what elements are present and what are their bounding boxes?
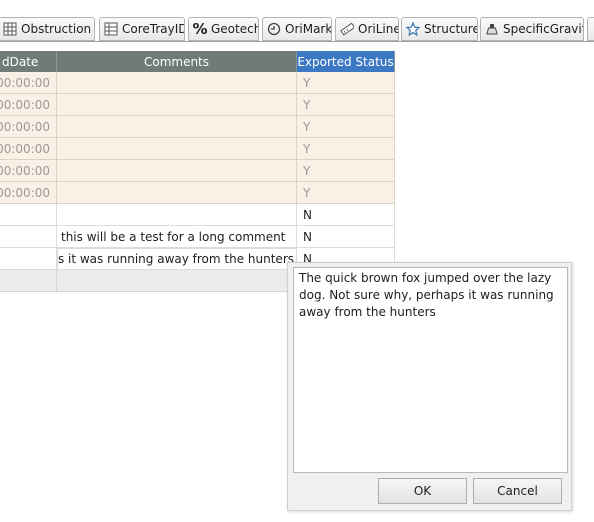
date-cell[interactable]: 4 00:00:00: [0, 94, 57, 116]
tab-geotech[interactable]: % Geotech: [188, 17, 259, 41]
comments-cell[interactable]: this will be a test for a long comment: [57, 226, 297, 248]
structure-star-icon: [405, 21, 421, 37]
tab-label: Geotech: [211, 22, 259, 36]
comments-cell[interactable]: [57, 270, 297, 292]
comments-cell[interactable]: [57, 138, 297, 160]
comments-cell[interactable]: [57, 160, 297, 182]
table-row[interactable]: 4 00:00:00 Y: [0, 160, 395, 182]
date-cell[interactable]: 4 00:00:00: [0, 182, 57, 204]
tab-label: SpecificGravity: [503, 22, 583, 36]
tab-label: OriMark: [285, 22, 332, 36]
tab-divider: [0, 41, 594, 42]
tab-specificgravity[interactable]: SpecificGravity: [480, 17, 584, 41]
tab-oriline[interactable]: OriLine: [335, 17, 399, 41]
table-icon: [103, 21, 119, 37]
date-cell[interactable]: 4 00:00:00: [0, 116, 57, 138]
status-cell[interactable]: Y: [297, 72, 395, 94]
comment-editor-popup: The quick brown fox jumped over the lazy…: [287, 262, 572, 511]
tab-label: Structure: [424, 22, 478, 36]
tab-obstruction[interactable]: Obstruction: [0, 17, 95, 41]
column-header-exported-status[interactable]: Exported Status: [297, 51, 395, 72]
table-row[interactable]: 4 00:00:00 Y: [0, 182, 395, 204]
table-row[interactable]: 4 00:00:00 Y: [0, 138, 395, 160]
status-cell[interactable]: Y: [297, 182, 395, 204]
comments-cell[interactable]: [57, 204, 297, 226]
table-icon: [2, 21, 18, 37]
table-row[interactable]: 4 00:00:00 Y: [0, 116, 395, 138]
status-cell[interactable]: Y: [297, 94, 395, 116]
status-cell[interactable]: N: [297, 204, 395, 226]
status-cell[interactable]: Y: [297, 116, 395, 138]
comment-editor-textarea[interactable]: The quick brown fox jumped over the lazy…: [293, 267, 568, 473]
tab-structure[interactable]: Structure: [401, 17, 478, 41]
percent-icon: %: [192, 20, 208, 38]
cancel-button[interactable]: Cancel: [473, 478, 562, 504]
table-row[interactable]: 4 00:00:00 Y: [0, 94, 395, 116]
tab-label: OriLine: [358, 22, 399, 36]
table-row[interactable]: this will be a test for a long comment N: [0, 226, 395, 248]
tab-strip: Obstruction CoreTrayID % Geotech OriMark…: [0, 0, 594, 44]
status-cell[interactable]: N: [297, 226, 395, 248]
comments-cell[interactable]: [57, 72, 297, 94]
date-cell[interactable]: [0, 204, 57, 226]
comments-cell[interactable]: [57, 182, 297, 204]
tab-coretrayid[interactable]: CoreTrayID: [99, 17, 185, 41]
column-header-date[interactable]: dDate: [0, 51, 57, 72]
date-cell[interactable]: [0, 270, 57, 292]
ruler-icon: [339, 21, 355, 37]
tab-label: CoreTrayID: [122, 22, 185, 36]
tab-overflow[interactable]: [587, 17, 594, 41]
table-row[interactable]: 4 00:00:00 Y: [0, 72, 395, 94]
column-header-comments[interactable]: Comments: [57, 51, 297, 72]
date-cell[interactable]: 4 00:00:00: [0, 138, 57, 160]
date-cell[interactable]: [0, 226, 57, 248]
comments-cell[interactable]: [57, 94, 297, 116]
date-cell[interactable]: 4 00:00:00: [0, 160, 57, 182]
comments-cell-editing[interactable]: erhaps it was running away from the hunt…: [57, 248, 297, 270]
date-cell[interactable]: [0, 248, 57, 270]
table-row[interactable]: N: [0, 204, 395, 226]
ok-button[interactable]: OK: [378, 478, 467, 504]
tab-label: Obstruction: [21, 22, 92, 36]
comments-cell[interactable]: [57, 116, 297, 138]
orientation-mark-icon: [266, 21, 282, 37]
status-cell[interactable]: Y: [297, 160, 395, 182]
status-cell[interactable]: Y: [297, 138, 395, 160]
tab-orimark[interactable]: OriMark: [262, 17, 332, 41]
date-cell[interactable]: 4 00:00:00: [0, 72, 57, 94]
scale-icon: [484, 21, 500, 37]
